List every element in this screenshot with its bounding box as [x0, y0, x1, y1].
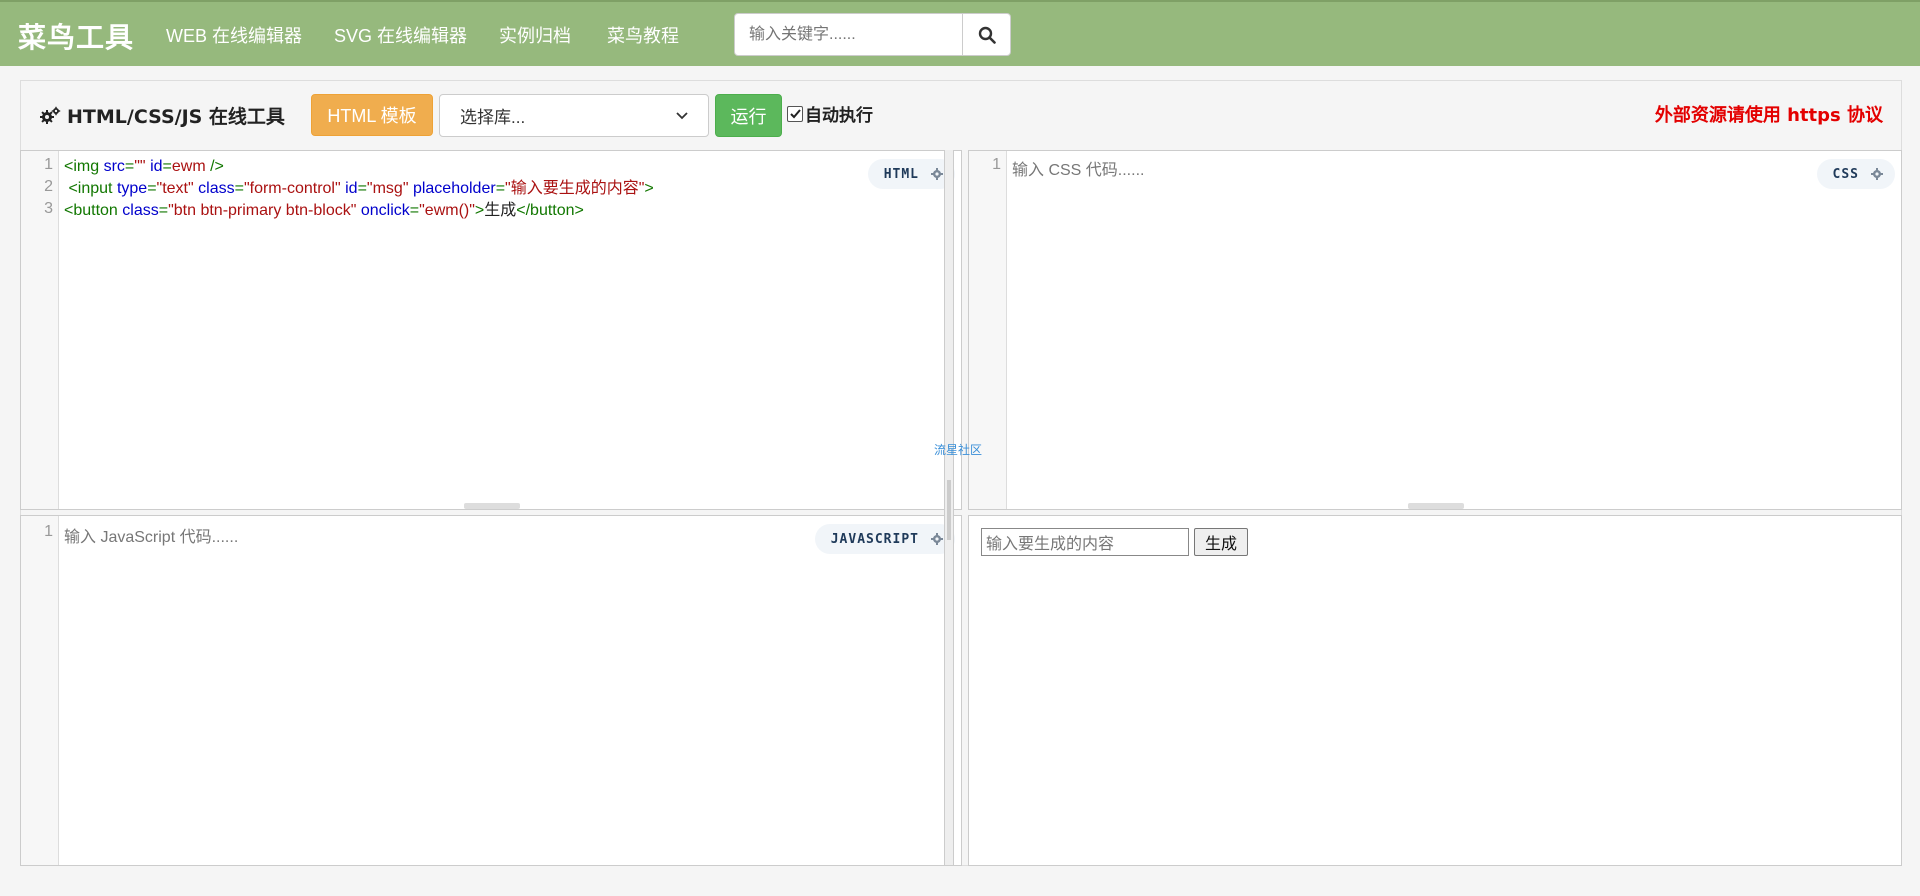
- gear-icon: [1871, 168, 1883, 180]
- code-token: ewm: [171, 158, 206, 175]
- code-token: src: [103, 158, 125, 175]
- js-editor[interactable]: 1 输入 JavaScript 代码...... JAVASCRIPT: [20, 515, 962, 866]
- line-number: 2: [44, 178, 53, 195]
- search-box: [734, 13, 1011, 56]
- nav-link-tutorial[interactable]: 菜鸟教程: [607, 22, 679, 48]
- js-mode-badge[interactable]: JAVASCRIPT: [814, 524, 955, 554]
- code-token: >: [644, 180, 654, 197]
- run-button[interactable]: 运行: [715, 94, 782, 137]
- line-number: 1: [44, 156, 53, 173]
- preview-generate-button[interactable]: 生成: [1194, 528, 1248, 556]
- line-gutter: 1 2 3: [21, 151, 59, 509]
- code-token: "": [134, 158, 146, 175]
- html-mode-badge[interactable]: HTML: [867, 159, 955, 189]
- gear-icon: [931, 533, 943, 545]
- html-badge-label: HTML: [883, 166, 919, 182]
- code-line: <input type="text" class="form-control" …: [64, 178, 654, 200]
- code-token: =: [495, 180, 506, 197]
- auto-run-toggle[interactable]: 自动执行: [787, 101, 873, 126]
- toolbar: HTML/CSS/JS 在线工具 HTML 模板 选择库... 运行 自动执行 …: [21, 81, 1901, 151]
- code-token: =: [234, 180, 244, 197]
- css-placeholder: 输入 CSS 代码......: [1012, 162, 1145, 179]
- code-token: class: [122, 202, 159, 219]
- https-notice: 外部资源请使用 https 协议: [1654, 105, 1883, 126]
- preview-pane: 输入要生成的内容 生成: [968, 515, 1902, 866]
- code-token: id: [150, 158, 163, 175]
- code-token: <button: [64, 202, 123, 219]
- css-editor[interactable]: 1 输入 CSS 代码...... CSS: [968, 150, 1902, 510]
- code-token: <img: [64, 158, 104, 175]
- css-badge-label: CSS: [1832, 166, 1859, 182]
- html-editor[interactable]: 1 2 3 <img src="" id=ewm /> <input type=…: [20, 150, 962, 510]
- code-token: "text": [156, 180, 194, 197]
- code-token: />: [205, 158, 224, 175]
- nav-link-web-editor[interactable]: WEB 在线编辑器: [166, 22, 302, 48]
- gear-icon: [931, 168, 943, 180]
- nav-link-examples[interactable]: 实例归档: [499, 22, 571, 48]
- code-token: =: [124, 158, 135, 175]
- library-select-value: 选择库...: [460, 108, 526, 127]
- watermark-text: 流星社区: [934, 443, 983, 457]
- auto-run-label: 自动执行: [805, 106, 873, 126]
- library-select[interactable]: 选择库...: [439, 94, 709, 137]
- code-token: onclick: [360, 202, 410, 219]
- resize-handle[interactable]: [1408, 503, 1464, 509]
- resize-handle[interactable]: [464, 503, 520, 509]
- search-icon: [978, 26, 996, 44]
- code-token: type: [116, 180, 148, 197]
- js-placeholder: 输入 JavaScript 代码......: [64, 529, 239, 546]
- code-token: </button>: [516, 202, 584, 219]
- css-mode-badge[interactable]: CSS: [1816, 159, 1895, 189]
- code-token: =: [147, 180, 157, 197]
- code-token: "ewm()": [419, 202, 475, 219]
- code-token: <input: [64, 180, 117, 197]
- js-badge-label: JAVASCRIPT: [830, 531, 919, 547]
- search-button[interactable]: [962, 14, 1010, 55]
- chevron-down-icon: [676, 111, 688, 119]
- search-input[interactable]: [735, 14, 964, 55]
- code-line: <button class="btn btn-primary btn-block…: [64, 200, 654, 222]
- code-line: <img src="" id=ewm />: [64, 156, 654, 178]
- gears-icon: [40, 106, 61, 124]
- checkmark-icon: [789, 108, 801, 118]
- top-navbar: 菜鸟工具 WEB 在线编辑器 SVG 在线编辑器 实例归档 菜鸟教程: [0, 0, 1920, 66]
- html-template-button[interactable]: HTML 模板: [311, 94, 433, 136]
- code-token: "msg": [366, 180, 409, 197]
- line-gutter: 1: [21, 516, 59, 865]
- code-token: >: [474, 202, 485, 219]
- code-token: =: [158, 202, 169, 219]
- splitter-grip[interactable]: [947, 480, 951, 540]
- line-number: 3: [44, 200, 53, 217]
- code-token: =: [162, 158, 172, 175]
- code-token: "输入要生成的内容": [505, 180, 645, 197]
- line-number: 1: [992, 156, 1001, 173]
- line-number: 1: [44, 523, 53, 540]
- nav-link-svg-editor[interactable]: SVG 在线编辑器: [334, 22, 467, 48]
- tool-title: HTML/CSS/JS 在线工具: [39, 102, 285, 129]
- code-token: id: [345, 180, 358, 197]
- tool-title-text: HTML/CSS/JS 在线工具: [67, 106, 285, 128]
- code-token: placeholder: [412, 180, 496, 197]
- code-token: =: [409, 202, 420, 219]
- brand-logo[interactable]: 菜鸟工具: [18, 16, 134, 56]
- vertical-splitter[interactable]: [944, 150, 954, 865]
- preview-input[interactable]: 输入要生成的内容: [981, 528, 1189, 556]
- auto-run-checkbox[interactable]: [787, 105, 803, 122]
- code-token: class: [198, 180, 235, 197]
- code-token: =: [357, 180, 367, 197]
- code-token: "form-control": [243, 180, 341, 197]
- html-code[interactable]: <img src="" id=ewm /> <input type="text"…: [64, 156, 654, 222]
- code-token: "btn btn-primary btn-block": [168, 202, 357, 219]
- code-token: 生成: [484, 202, 517, 219]
